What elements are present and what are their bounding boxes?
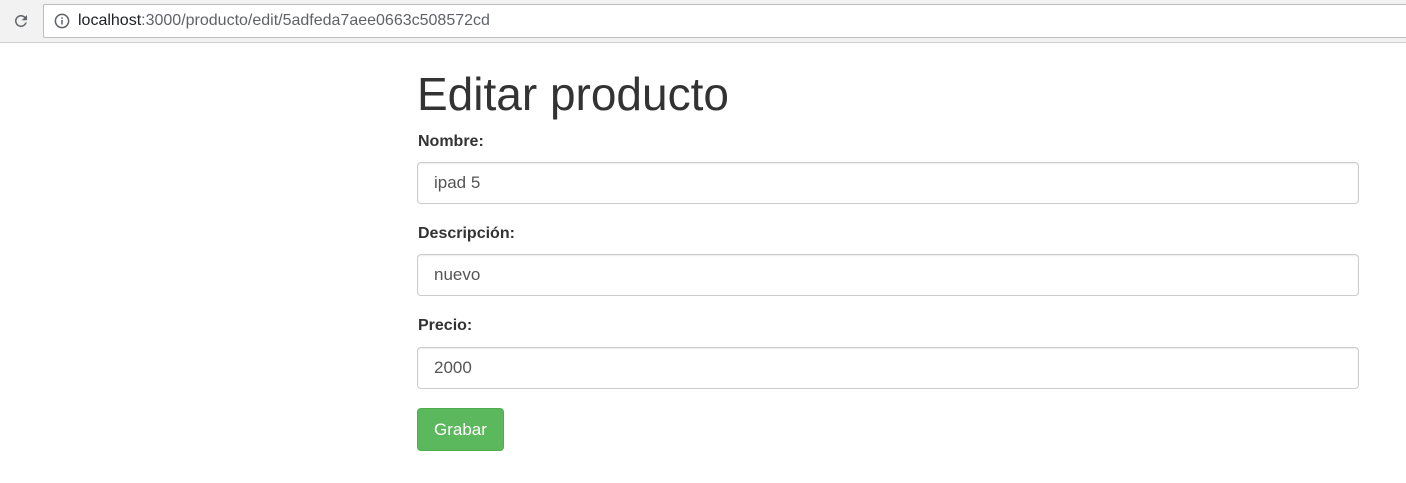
- address-url[interactable]: localhost:3000/producto/edit/5adfeda7aee…: [78, 12, 490, 30]
- reload-icon[interactable]: [9, 9, 33, 33]
- descripcion-label: Descripción:: [418, 225, 515, 242]
- grabar-button[interactable]: Grabar: [417, 408, 504, 451]
- info-icon[interactable]: [53, 12, 71, 30]
- browser-toolbar: localhost:3000/producto/edit/5adfeda7aee…: [0, 0, 1406, 43]
- precio-input[interactable]: [417, 347, 1359, 389]
- precio-label: Precio:: [418, 317, 473, 334]
- nombre-input[interactable]: [417, 162, 1359, 204]
- page-title: Editar producto: [417, 68, 729, 120]
- descripcion-input[interactable]: [417, 254, 1359, 296]
- address-bar[interactable]: localhost:3000/producto/edit/5adfeda7aee…: [43, 4, 1406, 38]
- url-path: :3000/producto/edit/5adfeda7aee0663c5085…: [141, 12, 490, 29]
- nombre-label: Nombre:: [418, 133, 484, 150]
- url-host: localhost: [78, 12, 142, 29]
